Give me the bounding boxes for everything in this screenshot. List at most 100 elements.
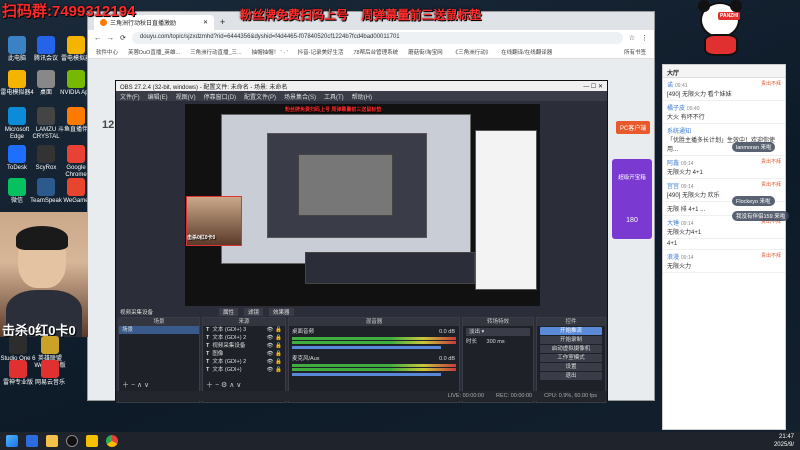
bookmark-item[interactable]: 软件中心 (96, 48, 118, 56)
visibility-eye-icon[interactable]: 👁 🔒 (267, 358, 282, 366)
message-badge[interactable]: 贵出不拜 (761, 80, 781, 87)
sources-header: 来源 (203, 318, 285, 326)
mixer-channel-level: 0.0 dB (439, 356, 455, 362)
control-button[interactable]: 启动虚拟摄像机 (540, 345, 602, 353)
source-item[interactable]: T 视频采集设备 👁 🔒 (203, 342, 285, 350)
mixer-channel-header: 桌面音频 0.0 dB (289, 328, 459, 336)
bookmark-item[interactable]: 抖音-记录美好生活 (298, 48, 344, 56)
control-button[interactable]: 退出 (540, 372, 602, 380)
window-controls[interactable]: — ☐ ✕ (583, 83, 603, 90)
star-icon[interactable]: ☆ (629, 34, 635, 42)
reload-icon[interactable]: ⟳ (120, 34, 126, 42)
panda-ear-left (698, 0, 710, 12)
volume-slider[interactable] (292, 346, 441, 349)
visibility-eye-icon[interactable]: 👁 🔒 (267, 366, 282, 374)
filters-button[interactable]: 滤镜 (244, 307, 264, 316)
bookmark-item[interactable]: 78帮后台管理系统 (354, 48, 399, 56)
panda-ear-right (730, 0, 742, 12)
preview-toolbar: 视频采集设备 属性 滤镜 效果器 (116, 307, 607, 316)
obs-menu-item[interactable]: 配置文件(P) (244, 92, 276, 101)
chat-message[interactable]: 贵出不拜 浪漫 09:14 无限火力 (663, 250, 785, 273)
app-icon-1[interactable] (26, 435, 38, 447)
emulator-icon (67, 36, 85, 54)
clock[interactable]: 21:47 2025/9/ (774, 433, 794, 449)
source-item[interactable]: T 文本 (GDI+) 3 👁 🔒 (203, 326, 285, 334)
message-badge[interactable]: 贵出不拜 (761, 252, 781, 259)
obs-menu-item[interactable]: 工具(T) (324, 92, 344, 101)
obs-menu-item[interactable]: 编辑(E) (148, 92, 168, 101)
todesk-icon (8, 145, 26, 163)
chrome-taskbar-icon[interactable] (106, 435, 118, 447)
all-bookmarks[interactable]: 所有书签 (624, 48, 646, 56)
yy-taskbar-icon[interactable] (86, 435, 98, 447)
visibility-eye-icon[interactable]: 👁 🔒 (267, 326, 282, 334)
message-badge[interactable]: 贵出不拜 (761, 158, 781, 165)
volume-slider[interactable] (292, 373, 441, 376)
windows-start-icon[interactable] (6, 435, 18, 447)
source-item[interactable]: T 文本 (GDI+) 2 👁 🔒 (203, 334, 285, 342)
scenes-footer: ＋ − ∧ ∨ (122, 382, 150, 389)
obs-menu-item[interactable]: 场景集合(S) (284, 92, 316, 101)
source-item[interactable]: T 文本 (GDI+) 👁 🔒 (203, 366, 285, 374)
chat-header: 大厅 (663, 65, 785, 78)
gift-box-card[interactable]: 超级开宝箱 180 (612, 159, 652, 239)
visibility-eye-icon[interactable]: 👁 🔒 (267, 342, 282, 350)
bookmark-item[interactable]: 三角洲行动直播_三... (190, 48, 242, 56)
back-icon[interactable]: ← (94, 35, 101, 42)
mixer-channel-name: 桌面音频 (292, 329, 315, 335)
chat-message[interactable]: 橘子皮 09:40 大火 有坏不行 (663, 101, 785, 124)
bookmark-item[interactable]: 蘑菇街/淘宝网 (408, 48, 443, 56)
bookmarks-bar: 软件中心 芙蓉DuO直播_英雄... 三角洲行动直播_三... 抽帽抽帽！ ' · '… (88, 46, 654, 59)
address-bar[interactable]: douyu.com/topic/sjzxdzmhd?rid=6444356&dy… (131, 32, 623, 44)
message-content: 无限火力4+1 (667, 230, 702, 236)
bookmark-item[interactable]: 芙蓉DuO直播_英雄... (128, 48, 180, 56)
pc-client-badge[interactable]: PC客户端 (616, 121, 651, 134)
webcam-person (16, 226, 68, 288)
properties-button[interactable]: 属性 (219, 307, 239, 316)
webcam-hair (16, 226, 68, 250)
cam-desktop-icon[interactable]: 网易云音乐 (30, 360, 70, 387)
control-button[interactable]: 设置 (540, 363, 602, 371)
obs-menu-item[interactable]: 帮助(H) (352, 92, 372, 101)
pc-icon (8, 36, 26, 54)
obs-title-bar: OBS 27.2.4 (32-bit, windows) - 配置文件: 未命名… (116, 81, 607, 91)
webcam-feed (0, 212, 88, 337)
new-tab-icon[interactable]: + (220, 17, 225, 27)
control-button[interactable]: 开始推流 (540, 327, 602, 335)
obs-title: OBS 27.2.4 (32-bit, windows) - 配置文件: 未命名… (120, 84, 288, 91)
scene-item[interactable]: 场景 (119, 326, 199, 334)
phone-number: 7499312194 (52, 3, 136, 20)
sources-footer: ＋ − ⚙ ∧ ∨ (206, 382, 242, 389)
folder-icon[interactable] (46, 435, 58, 447)
bookmark-item[interactable]: 在线翻译/在线翻译器 (501, 48, 552, 56)
obs-window: OBS 27.2.4 (32-bit, windows) - 配置文件: 未命名… (115, 80, 608, 403)
obs-icon[interactable] (66, 435, 78, 447)
effects-button[interactable]: 效果器 (269, 307, 294, 316)
menu-icon[interactable]: ⋮ (641, 34, 648, 42)
visibility-eye-icon[interactable]: 👁 🔒 (267, 350, 282, 358)
control-button[interactable]: 开始录制 (540, 336, 602, 344)
source-item[interactable]: T 文本 (GDI+) 2 👁 🔒 (203, 358, 285, 366)
text-source-icon: T (206, 335, 210, 341)
visibility-eye-icon[interactable]: 👁 🔒 (267, 334, 282, 342)
transition-duration[interactable]: 时长 300 ms (463, 338, 533, 346)
bookmark-item[interactable]: 《三角洲行动》 (453, 48, 492, 56)
obs-menu-item[interactable]: 文件(F) (120, 92, 140, 101)
wechat-icon (8, 178, 26, 196)
chat-message[interactable]: 贵出不拜诺 09:41 [490] 无限火力 看个妹妹 (663, 78, 785, 101)
text-source-icon: T (206, 343, 210, 349)
text-source-icon: T (206, 367, 210, 373)
obs-menu-item[interactable]: 视图(V) (176, 92, 196, 101)
transition-select[interactable]: 淡出 ▾ (466, 328, 530, 336)
bookmark-item[interactable]: 抽帽抽帽！ ' · ' (252, 48, 288, 56)
source-item[interactable]: T 图像 👁 🔒 (203, 350, 285, 358)
obs-menu-item[interactable]: 停靠窗口(D) (204, 92, 236, 101)
obs-preview[interactable]: 粉丝牌免费扫码上号 周弹幕量前三送鼠标垫 击杀0红0卡0 (185, 104, 540, 306)
close-icon[interactable]: ✕ (203, 19, 208, 26)
forward-icon[interactable]: → (107, 35, 114, 42)
message-badge[interactable]: 贵出不拜 (761, 181, 781, 188)
chat-message[interactable]: 贵出不拜 阿鑫 09:14 无限火力 4+1 (663, 156, 785, 179)
chat-message[interactable]: 4+1 (663, 239, 785, 250)
text-source-icon: T (206, 359, 210, 365)
control-button[interactable]: 工作室模式 (540, 354, 602, 362)
